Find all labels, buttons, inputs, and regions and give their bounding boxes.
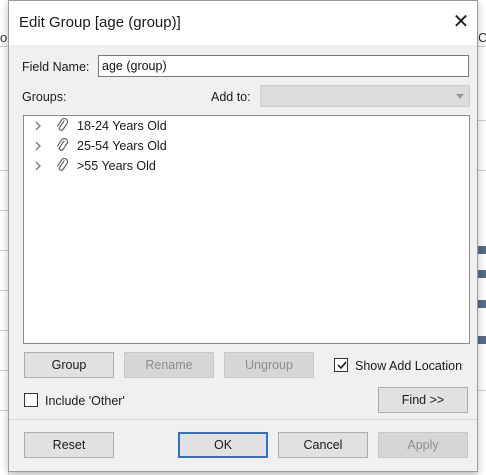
ungroup-button[interactable]: Ungroup bbox=[224, 352, 314, 378]
include-other-checkbox[interactable] bbox=[24, 393, 38, 407]
chevron-right-icon[interactable] bbox=[32, 160, 44, 172]
paperclip-icon bbox=[56, 138, 69, 151]
tree-item[interactable]: 25-54 Years Old bbox=[24, 136, 464, 156]
edit-group-dialog: Edit Group [age (group)] ✕ Field Name: G… bbox=[8, 0, 478, 472]
close-icon[interactable]: ✕ bbox=[449, 10, 473, 34]
dialog-titlebar: Edit Group [age (group)] ✕ bbox=[9, 1, 477, 45]
ok-button[interactable]: OK bbox=[178, 432, 268, 458]
paperclip-icon bbox=[56, 158, 69, 171]
add-to-dropdown[interactable] bbox=[260, 85, 470, 107]
groups-tree[interactable]: 18-24 Years Old 25-54 Years Old >55 Year… bbox=[23, 115, 470, 344]
background-text-fragment-left: o bbox=[0, 30, 8, 45]
add-to-label: Add to: bbox=[211, 90, 251, 104]
show-add-location-label[interactable]: Show Add Location bbox=[355, 359, 462, 373]
background-app-right-edge bbox=[478, 0, 486, 475]
include-other-label[interactable]: Include 'Other' bbox=[45, 394, 125, 408]
group-button[interactable]: Group bbox=[24, 352, 114, 378]
field-name-label: Field Name: bbox=[22, 60, 90, 74]
cancel-button[interactable]: Cancel bbox=[278, 432, 368, 458]
tree-item[interactable]: >55 Years Old bbox=[24, 156, 464, 176]
tree-item-label: 25-54 Years Old bbox=[77, 139, 167, 153]
dialog-title: Edit Group [age (group)] bbox=[19, 14, 181, 31]
footer-divider bbox=[9, 419, 477, 420]
find-button[interactable]: Find >> bbox=[378, 387, 468, 413]
tree-item[interactable]: 18-24 Years Old bbox=[24, 116, 464, 136]
chevron-right-icon[interactable] bbox=[32, 140, 44, 152]
rename-button[interactable]: Rename bbox=[124, 352, 214, 378]
background-text-fragment-right: C bbox=[478, 30, 486, 45]
chevron-right-icon[interactable] bbox=[32, 120, 44, 132]
show-add-location-checkbox[interactable] bbox=[334, 358, 348, 372]
tree-item-label: >55 Years Old bbox=[77, 159, 156, 173]
reset-button[interactable]: Reset bbox=[24, 432, 114, 458]
paperclip-icon bbox=[56, 118, 69, 131]
tree-item-label: 18-24 Years Old bbox=[77, 119, 167, 133]
checkmark-icon bbox=[337, 361, 347, 370]
groups-label: Groups: bbox=[22, 90, 67, 104]
field-name-input[interactable] bbox=[98, 55, 469, 77]
apply-button[interactable]: Apply bbox=[378, 432, 468, 458]
chevron-down-icon bbox=[456, 94, 464, 99]
